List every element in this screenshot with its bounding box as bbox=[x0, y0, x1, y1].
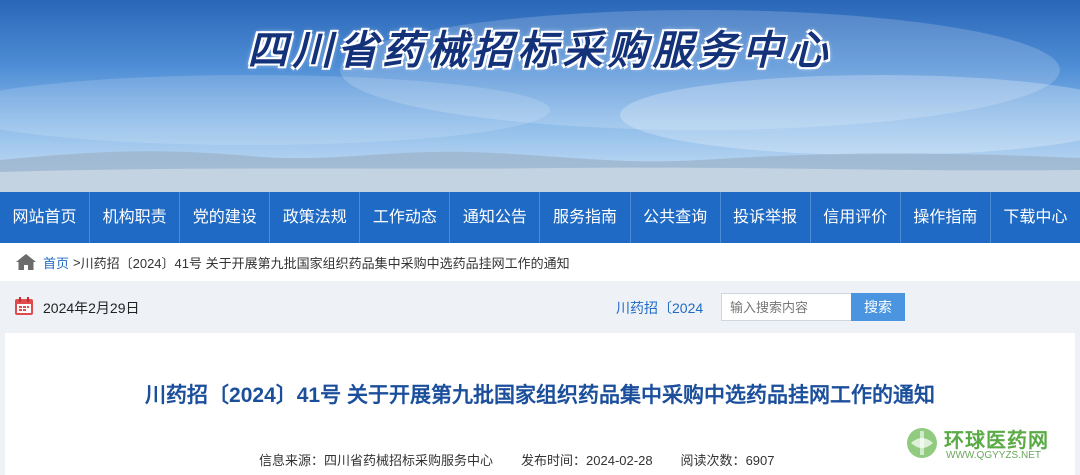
nav-item-public-query[interactable]: 公共查询 bbox=[631, 192, 721, 243]
nav-item-policies[interactable]: 政策法规 bbox=[270, 192, 361, 243]
nav-item-home[interactable]: 网站首页 bbox=[0, 192, 91, 243]
views-label: 阅读次数： bbox=[680, 453, 746, 468]
date-search-bar bbox=[0, 281, 1080, 333]
nav-item-notices[interactable]: 通知公告 bbox=[450, 192, 541, 243]
source-value: 四川省药械招标采购服务中心 bbox=[324, 453, 494, 468]
publish-label: 发布时间： bbox=[521, 453, 587, 468]
publish-date: 2024-02-28 bbox=[586, 453, 653, 468]
nav-item-downloads[interactable]: 下载中心 bbox=[991, 192, 1080, 243]
nav-item-service-guide[interactable]: 服务指南 bbox=[540, 192, 631, 243]
site-title: 四川省药械招标采购服务中心 bbox=[247, 27, 833, 74]
breadcrumb-separator: > bbox=[73, 254, 81, 270]
nav-item-credit-evaluation[interactable]: 信用评价 bbox=[811, 192, 901, 243]
search-scope-link[interactable]: 川药招〔2024 bbox=[616, 298, 703, 318]
nav-item-work-news[interactable]: 工作动态 bbox=[360, 192, 451, 243]
source-label: 信息来源： bbox=[259, 453, 325, 468]
search-input[interactable] bbox=[721, 293, 859, 321]
search-button[interactable]: 搜索 bbox=[851, 293, 905, 321]
current-date: 2024年2月29日 bbox=[43, 300, 140, 316]
nav-item-responsibilities[interactable]: 机构职责 bbox=[90, 192, 181, 243]
breadcrumb-home-link[interactable]: 首页 bbox=[43, 253, 69, 272]
home-icon bbox=[15, 253, 37, 271]
watermark-url: WWW.QGYYZS.NET bbox=[946, 450, 1041, 461]
nav-item-party-building[interactable]: 党的建设 bbox=[180, 192, 271, 243]
watermark-name: 环球医药网 bbox=[944, 430, 1049, 452]
article-meta: 信息来源：四川省药械招标采购服务中心 发布时间：2024-02-28 阅读次数：69… bbox=[259, 450, 774, 469]
main-nav: 网站首页 机构职责 党的建设 政策法规 工作动态 通知公告 服务指南 公共查询 … bbox=[0, 192, 1080, 243]
breadcrumb: 首页 > 川药招〔2024〕41号 关于开展第九批国家组织药品集中采购中选药品挂… bbox=[0, 243, 1080, 281]
breadcrumb-current: 川药招〔2024〕41号 关于开展第九批国家组织药品集中采购中选药品挂网工作的通… bbox=[80, 255, 570, 271]
calendar-icon bbox=[14, 296, 34, 316]
nav-item-complaints[interactable]: 投诉举报 bbox=[721, 192, 811, 243]
views-count: 6907 bbox=[745, 453, 775, 468]
article-title: 川药招〔2024〕41号 关于开展第九批国家组织药品集中采购中选药品挂网工作的通… bbox=[145, 384, 935, 407]
nav-item-operation-guide[interactable]: 操作指南 bbox=[901, 192, 991, 243]
header-banner: 四川省药械招标采购服务中心 bbox=[0, 0, 1080, 192]
